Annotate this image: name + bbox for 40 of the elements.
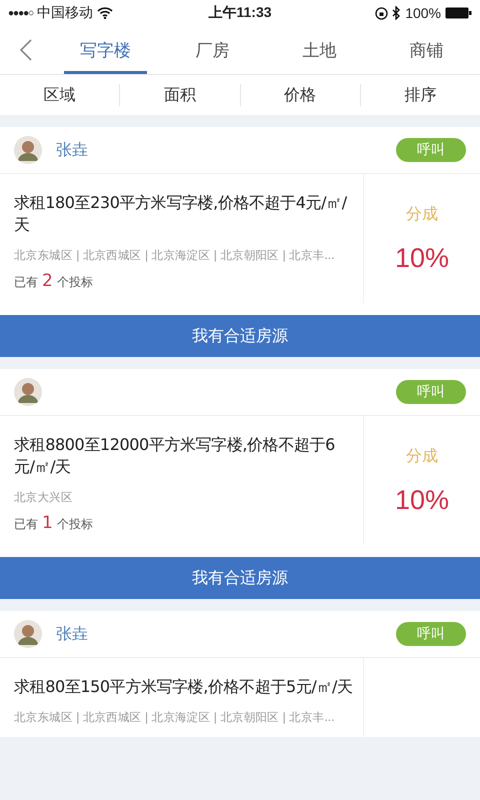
share-percent: 10% [394, 242, 450, 274]
bids-label: 个投标 [56, 516, 93, 533]
avatar-icon [14, 378, 42, 406]
avatar-icon [14, 620, 42, 648]
filter-dropdown[interactable]: 价格 [240, 84, 361, 106]
contact-name: 张垚 [56, 624, 89, 644]
bids-label: 已有 [14, 274, 38, 291]
listing-title: 求租180至230平方米写字楼,价格不超于4元/㎡/天 [14, 192, 348, 236]
share-label: 分成 [406, 204, 438, 224]
category-tab[interactable]: 土地 [266, 26, 373, 74]
bids-label: 已有 [14, 516, 38, 533]
battery-icon [445, 7, 472, 19]
wifi-icon [97, 7, 114, 19]
avatar-icon [14, 136, 42, 164]
signal-strength: ●●●●○ [8, 8, 34, 18]
bids-count: 2 [42, 271, 53, 291]
listing-regions: 北京东城区 | 北京西城区 | 北京海淀区 | 北京朝阳区 | 北京丰... [14, 710, 336, 725]
category-tab[interactable]: 商铺 [373, 26, 480, 74]
offer-property-button[interactable]: 我有合适房源 [0, 315, 480, 357]
battery-percent: 100% [405, 5, 442, 21]
carrier-name: 中国移动 [37, 4, 94, 22]
rotation-lock-icon [375, 6, 388, 20]
share-percent: 10% [394, 484, 450, 516]
listing-title: 求租8800至12000平方米写字楼,价格不超于6元/㎡/天 [14, 434, 336, 478]
bids-count: 1 [42, 513, 53, 533]
listing-regions: 北京东城区 | 北京西城区 | 北京海淀区 | 北京朝阳区 | 北京丰... [14, 248, 336, 263]
offer-property-button[interactable]: 我有合适房源 [0, 557, 480, 599]
category-tab[interactable]: 写字楼 [52, 26, 159, 74]
share-label: 分成 [406, 446, 438, 466]
listing-regions: 北京大兴区 [14, 490, 74, 505]
contact-name: 张垚 [56, 140, 89, 160]
filter-dropdown[interactable]: 排序 [360, 84, 480, 106]
category-tab[interactable]: 厂房 [159, 26, 266, 74]
filter-dropdown[interactable]: 面积 [120, 84, 240, 106]
back-icon[interactable] [20, 39, 32, 61]
bids-label: 个投标 [56, 274, 93, 291]
listing-title: 求租80至150平方米写字楼,价格不超于5元/㎡/天 [14, 676, 353, 698]
status-time: 上午11:33 [208, 4, 272, 22]
bluetooth-icon [392, 6, 402, 20]
filter-dropdown[interactable]: 区域 [0, 84, 120, 106]
